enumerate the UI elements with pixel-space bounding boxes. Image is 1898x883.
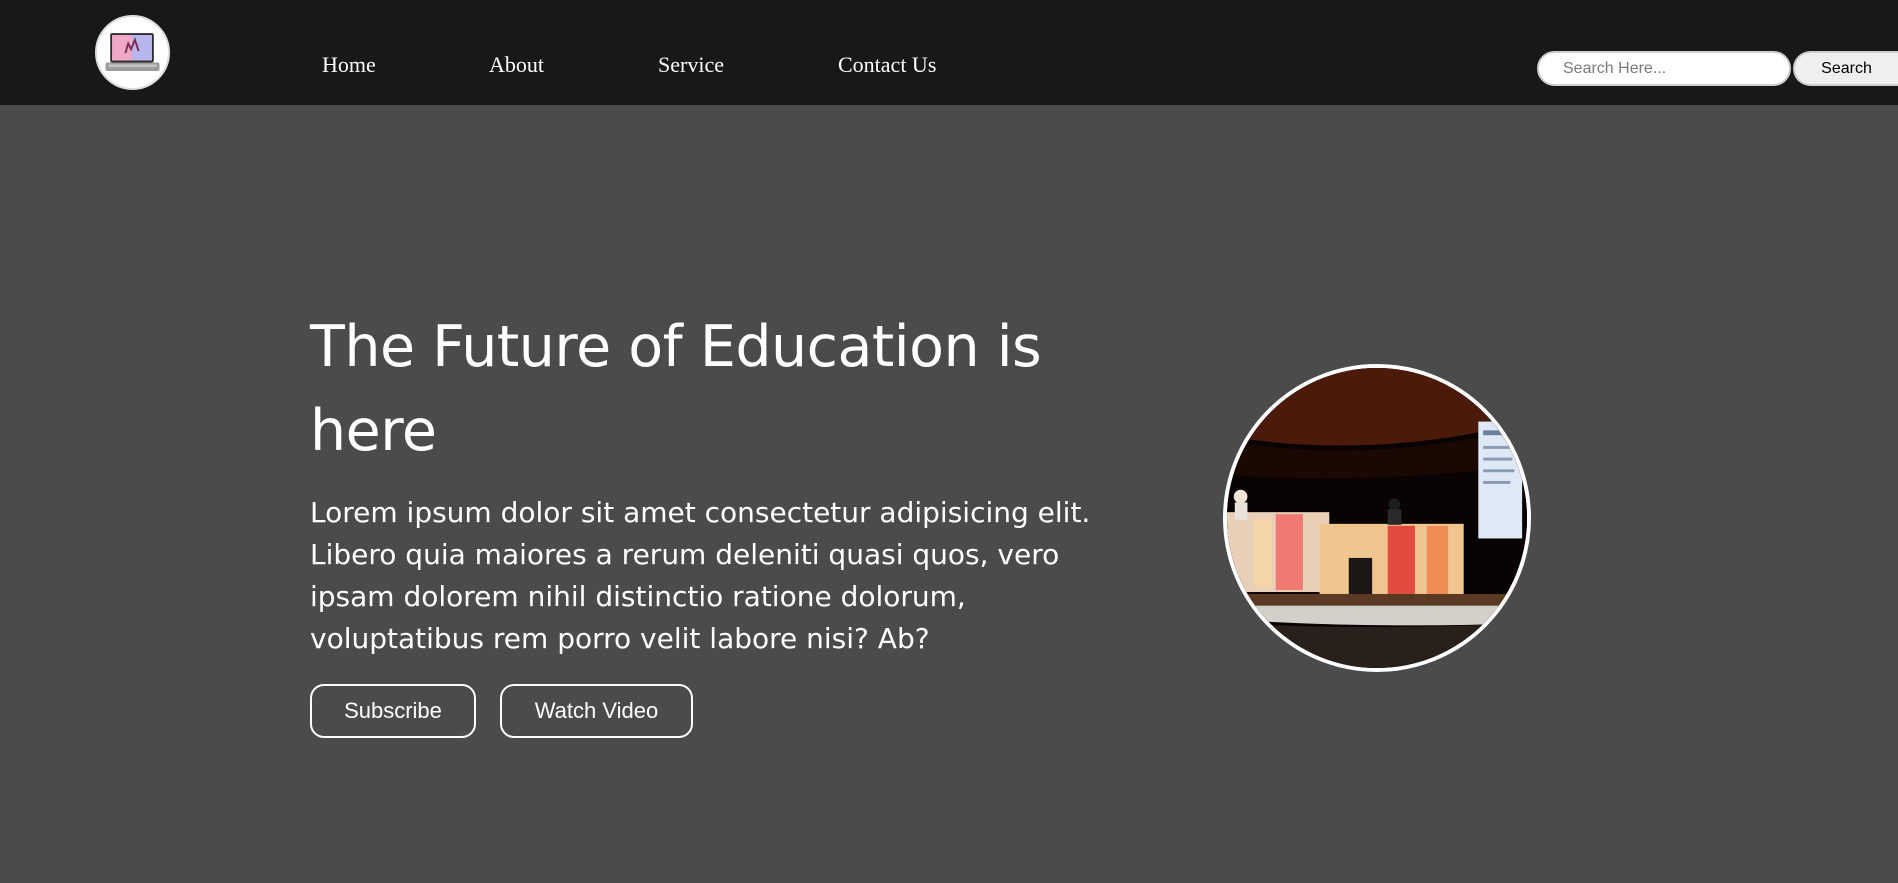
nav-contact-link[interactable]: Contact Us xyxy=(838,52,936,78)
watch-video-button[interactable]: Watch Video xyxy=(500,684,693,738)
navbar: Home About Service Contact Us Search xyxy=(0,0,1898,105)
nav-about-link[interactable]: About xyxy=(489,52,544,78)
laptop-logo-icon[interactable] xyxy=(95,15,170,90)
nav-home-link[interactable]: Home xyxy=(322,52,376,78)
subscribe-button[interactable]: Subscribe xyxy=(310,684,476,738)
search-button[interactable]: Search xyxy=(1793,51,1898,86)
search-input[interactable] xyxy=(1537,51,1791,86)
conference-stage-photo xyxy=(1223,364,1531,672)
hero-title: The Future of Education is here xyxy=(310,314,1042,464)
nav-service-link[interactable]: Service xyxy=(658,52,724,78)
hero-description: Lorem ipsum dolor sit amet consectetur a… xyxy=(310,496,1091,655)
